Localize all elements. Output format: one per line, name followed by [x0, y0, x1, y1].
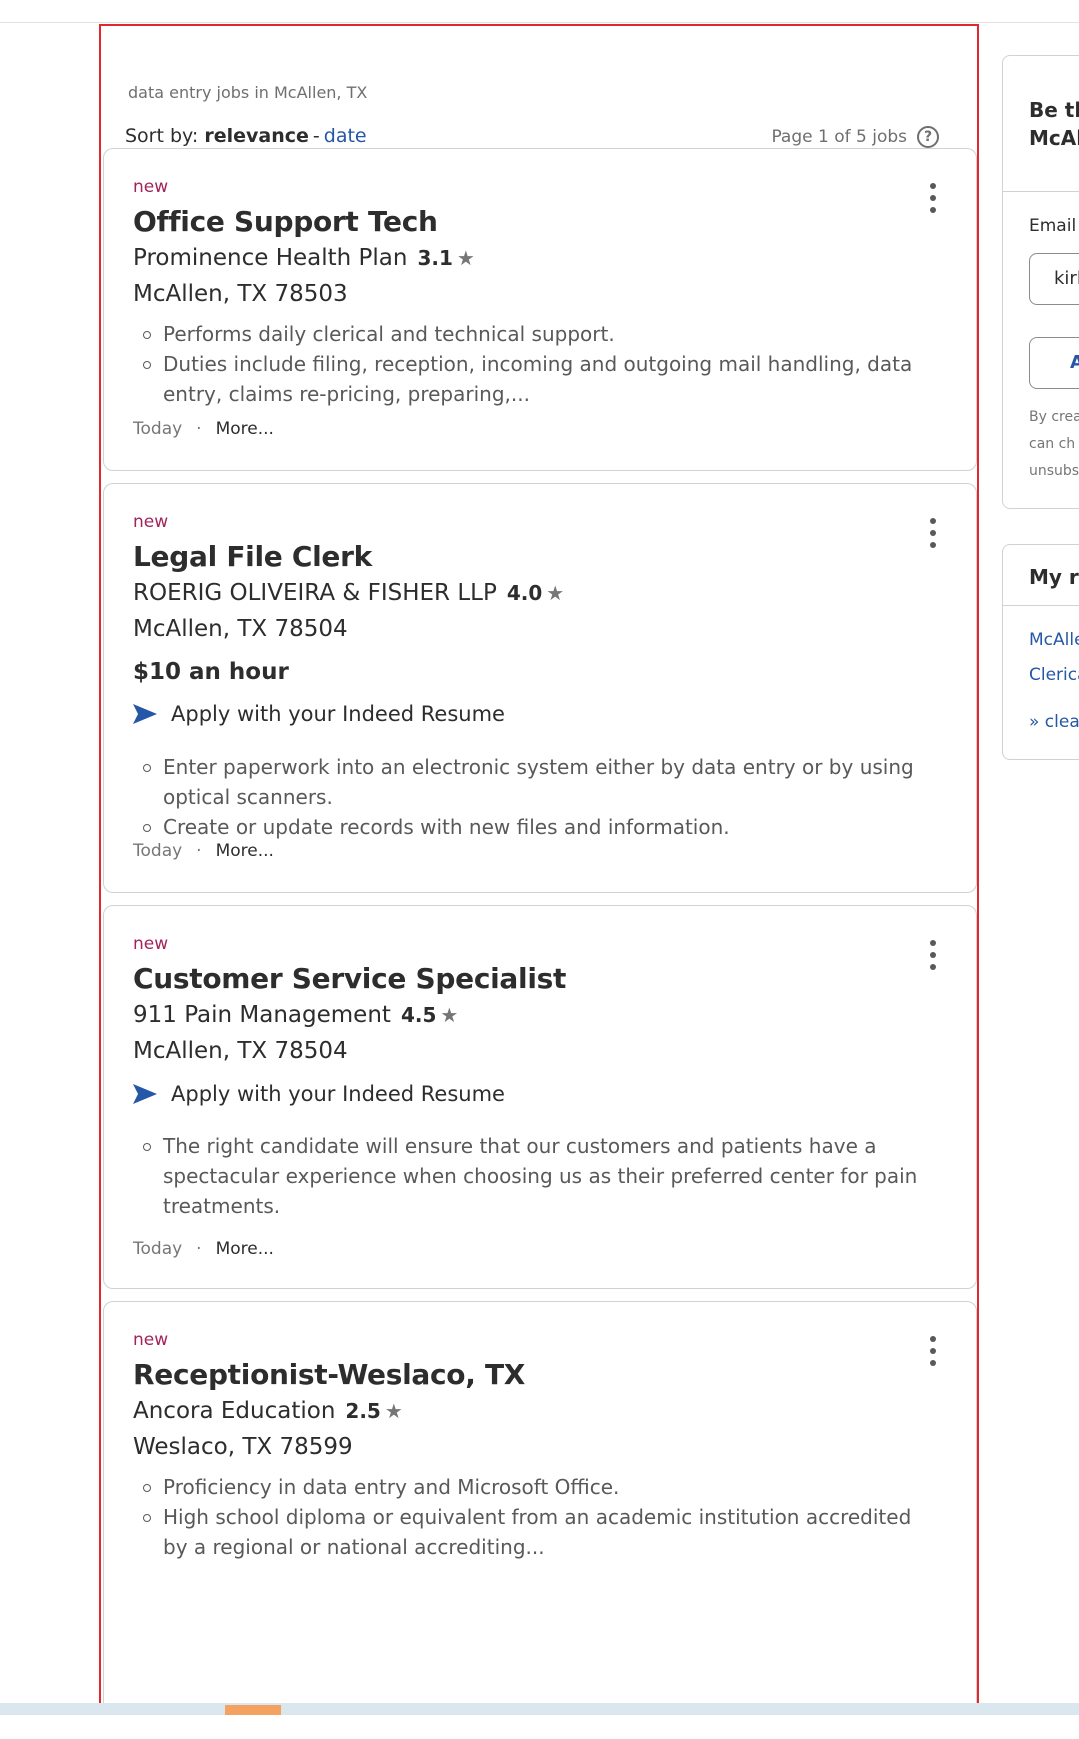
star-icon: ★ — [440, 1003, 459, 1027]
job-location: McAllen, TX 78503 — [133, 281, 348, 307]
company-name[interactable]: 911 Pain Management — [133, 1002, 391, 1028]
sort-relevance: relevance — [204, 125, 309, 147]
job-location: McAllen, TX 78504 — [133, 1038, 348, 1064]
job-alert-title-line: Be th — [1029, 98, 1079, 122]
job-snippet: Performs daily clerical and technical su… — [133, 319, 923, 409]
sort-label: Sort by: — [125, 125, 199, 147]
job-card[interactable]: new Legal File Clerk ROERIG OLIVEIRA & F… — [103, 483, 977, 893]
sort-bar: Sort by: relevance - date — [125, 125, 367, 147]
job-card[interactable]: new Office Support Tech Prominence Healt… — [103, 148, 977, 471]
snippet-item: The right candidate will ensure that our… — [143, 1131, 923, 1221]
job-card[interactable]: new Receptionist-Weslaco, TX Ancora Educ… — [103, 1301, 977, 1712]
more-link[interactable]: More... — [216, 1239, 274, 1259]
divider — [1003, 191, 1079, 192]
apply-label: Apply with your Indeed Resume — [171, 1082, 505, 1106]
fine-print-line: can ch — [1029, 436, 1076, 452]
job-title[interactable]: Legal File Clerk — [133, 540, 372, 573]
apply-label: Apply with your Indeed Resume — [171, 702, 505, 726]
fine-print-line: By crea — [1029, 409, 1079, 425]
recent-searches-title: My rec — [1029, 565, 1079, 589]
new-badge: new — [133, 512, 169, 532]
more-link[interactable]: More... — [216, 841, 274, 861]
snippet-item: Proficiency in data entry and Microsoft … — [143, 1472, 923, 1502]
horizontal-scrollbar[interactable] — [0, 1703, 1079, 1715]
company-line: ROERIG OLIVEIRA & FISHER LLP 4.0 ★ — [133, 580, 564, 606]
help-icon[interactable]: ? — [917, 126, 939, 148]
results-column: data entry jobs in McAllen, TX Sort by: … — [99, 24, 979, 1714]
job-snippet: The right candidate will ensure that our… — [133, 1131, 923, 1221]
job-footer: Today · More... — [133, 841, 274, 861]
company-line: Ancora Education 2.5 ★ — [133, 1398, 403, 1424]
job-footer: Today · More... — [133, 419, 274, 439]
job-snippet: Proficiency in data entry and Microsoft … — [133, 1472, 923, 1562]
new-badge: new — [133, 177, 169, 197]
snippet-item: Duties include filing, reception, incomi… — [143, 349, 923, 409]
sort-separator: - — [312, 125, 320, 147]
more-options-icon[interactable] — [930, 940, 936, 970]
star-icon: ★ — [384, 1399, 403, 1423]
job-alert-card: Be th McAll Email kirl A By crea can ch … — [1002, 55, 1079, 509]
company-rating: 3.1 — [417, 246, 453, 270]
email-field[interactable]: kirl — [1029, 253, 1079, 305]
snippet-item: Enter paperwork into an electronic syste… — [143, 752, 923, 812]
company-rating: 2.5 — [345, 1399, 381, 1423]
send-arrow-icon — [133, 704, 157, 724]
page-info: Page 1 of 5 jobs ? — [771, 126, 939, 148]
posted-date: Today — [133, 419, 183, 439]
salary: $10 an hour — [133, 659, 289, 685]
activate-alert-button[interactable]: A — [1029, 337, 1079, 389]
company-name[interactable]: ROERIG OLIVEIRA & FISHER LLP — [133, 580, 497, 606]
company-name[interactable]: Ancora Education — [133, 1398, 335, 1424]
header-divider — [0, 22, 1079, 23]
snippet-item: High school diploma or equivalent from a… — [143, 1502, 923, 1562]
job-card[interactable]: new Customer Service Specialist 911 Pain… — [103, 905, 977, 1289]
divider — [1003, 605, 1079, 606]
job-title[interactable]: Receptionist-Weslaco, TX — [133, 1358, 525, 1391]
dot-separator: · — [196, 419, 202, 439]
job-snippet: Enter paperwork into an electronic syste… — [133, 752, 923, 842]
indeed-apply: Apply with your Indeed Resume — [133, 702, 505, 726]
company-line: 911 Pain Management 4.5 ★ — [133, 1002, 458, 1028]
clear-searches-link[interactable]: » clear — [1029, 712, 1079, 732]
sort-date-link[interactable]: date — [324, 125, 367, 147]
more-options-icon[interactable] — [930, 183, 936, 213]
indeed-apply: Apply with your Indeed Resume — [133, 1082, 505, 1106]
posted-date: Today — [133, 841, 183, 861]
job-footer: Today · More... — [133, 1239, 274, 1259]
recent-search-link[interactable]: McAlle — [1029, 630, 1079, 650]
new-badge: new — [133, 1330, 169, 1350]
more-link[interactable]: More... — [216, 419, 274, 439]
job-location: Weslaco, TX 78599 — [133, 1434, 353, 1460]
email-label: Email — [1029, 216, 1077, 236]
star-icon: ★ — [546, 581, 565, 605]
star-icon: ★ — [456, 246, 475, 270]
more-options-icon[interactable] — [930, 1336, 936, 1366]
company-rating: 4.0 — [506, 581, 543, 605]
company-rating: 4.5 — [400, 1003, 437, 1027]
scrollbar-thumb[interactable] — [225, 1705, 281, 1715]
new-badge: new — [133, 934, 169, 954]
alert-fine-print: By crea can ch unsubs — [1029, 404, 1079, 485]
page-count: Page 1 of 5 jobs — [771, 127, 907, 147]
dot-separator: · — [196, 841, 202, 861]
job-location: McAllen, TX 78504 — [133, 616, 348, 642]
fine-print-line: unsubs — [1029, 463, 1079, 479]
recent-search-link[interactable]: Clerica — [1029, 665, 1079, 685]
snippet-item: Performs daily clerical and technical su… — [143, 319, 923, 349]
job-alert-title-line: McAll — [1029, 126, 1079, 150]
send-arrow-icon — [133, 1084, 157, 1104]
search-summary: data entry jobs in McAllen, TX — [128, 83, 368, 102]
more-options-icon[interactable] — [930, 518, 936, 548]
recent-searches-card: My rec McAlle Clerica » clear — [1002, 544, 1079, 760]
snippet-item: Create or update records with new files … — [143, 812, 923, 842]
posted-date: Today — [133, 1239, 183, 1259]
company-line: Prominence Health Plan 3.1 ★ — [133, 245, 475, 271]
job-title[interactable]: Office Support Tech — [133, 205, 438, 238]
job-alert-title: Be th McAll — [1029, 96, 1079, 152]
company-name[interactable]: Prominence Health Plan — [133, 245, 407, 271]
job-title[interactable]: Customer Service Specialist — [133, 962, 566, 995]
dot-separator: · — [196, 1239, 202, 1259]
